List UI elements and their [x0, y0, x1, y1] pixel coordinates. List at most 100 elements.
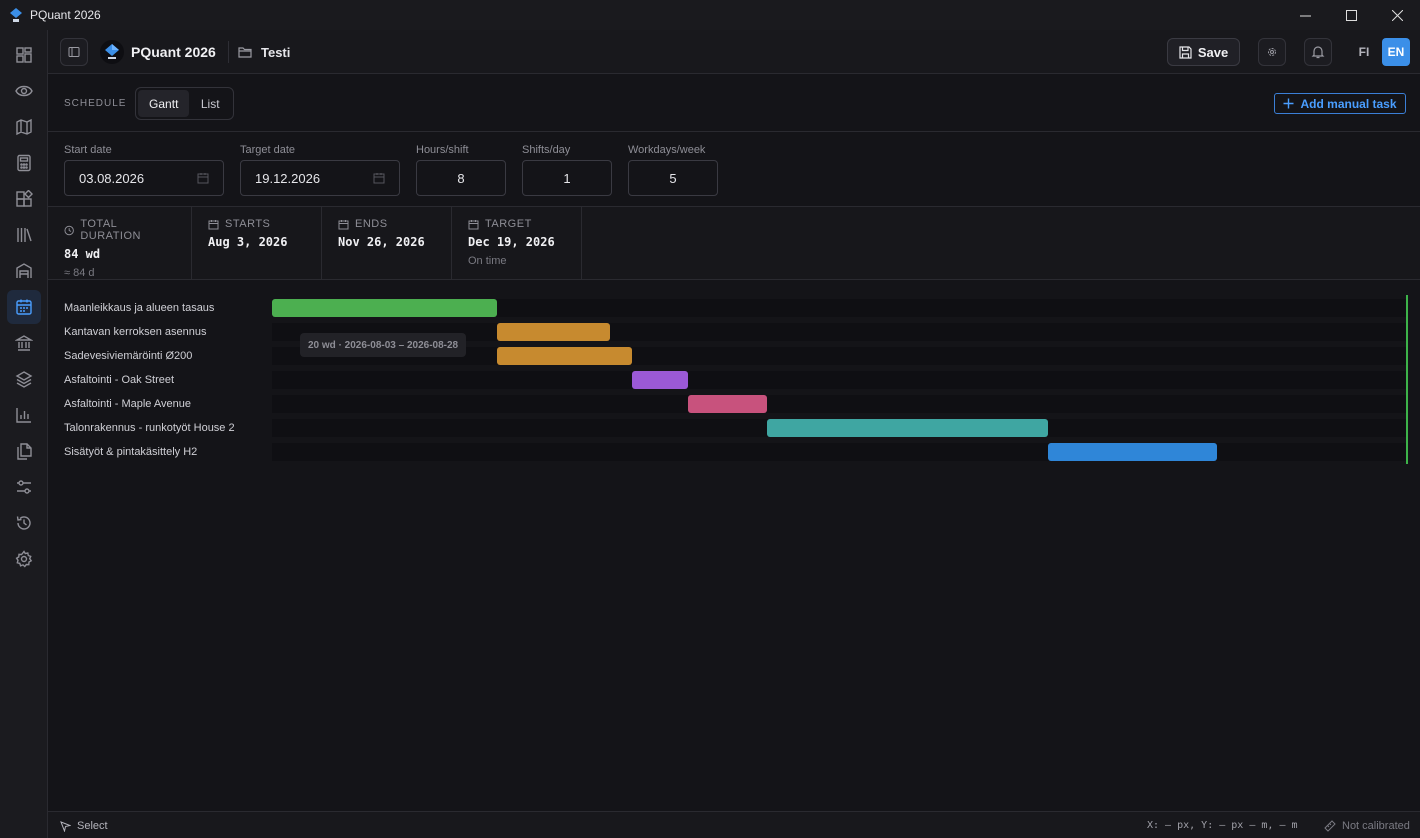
calendar-icon: [208, 219, 219, 229]
cursor-coordinates: X: — px, Y: — px — m, — m: [1147, 820, 1298, 831]
task-track: [272, 443, 1407, 461]
task-label: Maanleikkaus ja alueen tasaus: [64, 302, 215, 314]
calendar-icon: [338, 219, 349, 229]
sliders-icon[interactable]: [7, 470, 41, 504]
task-label: Asfaltointi - Maple Avenue: [64, 398, 191, 410]
gear-icon: [1268, 48, 1276, 56]
task-label: Sadevesiviemäröinti Ø200: [64, 350, 193, 362]
tab-list[interactable]: List: [189, 90, 231, 117]
history-icon[interactable]: [7, 506, 41, 540]
settings-gear-icon[interactable]: [7, 542, 41, 576]
add-manual-task-label: Add manual task: [1300, 96, 1397, 111]
calendar-icon[interactable]: [197, 172, 209, 184]
close-button[interactable]: [1374, 0, 1420, 30]
stat-value: Aug 3, 2026: [208, 235, 288, 249]
shifts-day-input[interactable]: 1: [522, 160, 612, 196]
start-date-value: 03.08.2026: [79, 170, 145, 186]
select-tool[interactable]: Select: [60, 820, 108, 832]
section-label: SCHEDULE: [64, 98, 127, 109]
bank-icon[interactable]: [7, 326, 41, 360]
schedule-calendar-icon[interactable]: [7, 290, 41, 324]
task-bar[interactable]: [688, 395, 767, 413]
calendar-icon[interactable]: [373, 172, 385, 184]
stat-value: 84 wd: [64, 247, 101, 261]
hours-shift-label: Hours/shift: [416, 144, 469, 156]
calibration-status[interactable]: Not calibrated: [1324, 820, 1410, 832]
app-logo-icon: [10, 8, 22, 22]
layers-icon[interactable]: [7, 362, 41, 396]
language-en-button[interactable]: EN: [1382, 38, 1410, 66]
stat-total-duration: TOTAL DURATION 84 wd ≈ 84 d: [48, 207, 192, 279]
map-icon[interactable]: [7, 110, 41, 144]
stat-ends: ENDS Nov 26, 2026: [322, 207, 452, 279]
task-tooltip: 20 wd · 2026-08-03 – 2026-08-28: [300, 333, 467, 357]
settings-button[interactable]: [1258, 38, 1286, 66]
window-title: PQuant 2026: [30, 8, 101, 22]
plus-icon: [1283, 98, 1294, 109]
target-date-line: [1406, 295, 1408, 464]
library-icon[interactable]: [7, 218, 41, 252]
task-bar[interactable]: [632, 371, 688, 389]
calculator-icon[interactable]: [7, 146, 41, 180]
schedule-toolbar: SCHEDULE Gantt List Add manual task: [48, 74, 1420, 132]
bell-icon: [1311, 46, 1325, 59]
tool-mode: Select: [77, 820, 108, 832]
status-bar: Select X: — px, Y: — px — m, — m Not cal…: [48, 811, 1420, 838]
workdays-week-input[interactable]: 5: [628, 160, 718, 196]
bar-chart-icon[interactable]: [7, 398, 41, 432]
window-titlebar: PQuant 2026: [0, 0, 1420, 30]
brand-name: PQuant 2026: [131, 44, 216, 60]
hours-shift-value: 8: [457, 170, 465, 186]
stat-label: ENDS: [355, 218, 388, 230]
view-toggle: Gantt List: [135, 87, 234, 120]
app-header: PQuant 2026 Testi Save FI EN: [48, 30, 1420, 74]
task-label: Sisätyöt & pintakäsittely H2: [64, 446, 198, 458]
task-label: Kantavan kerroksen asennus: [64, 326, 207, 338]
shifts-day-label: Shifts/day: [522, 144, 571, 156]
shifts-day-value: 1: [563, 170, 571, 186]
components-icon[interactable]: [7, 182, 41, 216]
task-track: [272, 395, 1407, 413]
stat-target: TARGET Dec 19, 2026 On time: [452, 207, 582, 279]
task-bar[interactable]: [272, 299, 497, 317]
save-button[interactable]: Save: [1167, 38, 1240, 66]
gantt-chart: Maanleikkaus ja alueen tasaus Kantavan k…: [48, 280, 1420, 810]
maximize-button[interactable]: [1328, 0, 1374, 30]
eye-icon[interactable]: [7, 74, 41, 108]
task-track: [272, 299, 1407, 317]
minimize-button[interactable]: [1282, 0, 1328, 30]
task-bar[interactable]: [497, 323, 610, 341]
sidebar-toggle-button[interactable]: [60, 38, 88, 66]
workdays-week-label: Workdays/week: [628, 144, 706, 156]
dashboard-icon[interactable]: [7, 38, 41, 72]
task-bar[interactable]: [767, 419, 1048, 437]
task-bar[interactable]: [1048, 443, 1217, 461]
language-fi-button[interactable]: FI: [1350, 38, 1378, 66]
calendar-icon: [468, 219, 479, 229]
save-label: Save: [1197, 44, 1229, 60]
target-date-field[interactable]: 19.12.2026: [240, 160, 400, 196]
schedule-summary: TOTAL DURATION 84 wd ≈ 84 d STARTS Aug 3…: [48, 207, 1420, 280]
start-date-field[interactable]: 03.08.2026: [64, 160, 224, 196]
clock-icon: [64, 225, 74, 235]
task-label: Asfaltointi - Oak Street: [64, 374, 175, 386]
start-date-label: Start date: [64, 144, 112, 156]
sidebar-rail: [0, 30, 48, 838]
ruler-icon: [1324, 820, 1336, 832]
add-manual-task-button[interactable]: Add manual task: [1274, 93, 1406, 114]
task-bar[interactable]: [497, 347, 632, 365]
tab-gantt[interactable]: Gantt: [138, 90, 190, 117]
target-date-label: Target date: [240, 144, 296, 156]
task-track: [272, 419, 1407, 437]
warehouse-icon[interactable]: [7, 254, 41, 288]
calibration-label: Not calibrated: [1342, 820, 1410, 832]
stat-label: TOTAL DURATION: [80, 218, 141, 242]
documents-icon[interactable]: [7, 434, 41, 468]
stat-sub: ≈ 84 d: [64, 267, 95, 279]
target-date-value: 19.12.2026: [255, 170, 321, 186]
notifications-button[interactable]: [1304, 38, 1332, 66]
project-name[interactable]: Testi: [261, 45, 290, 60]
stat-sub: On time: [468, 255, 507, 267]
stat-label: STARTS: [225, 218, 271, 230]
hours-shift-input[interactable]: 8: [416, 160, 506, 196]
